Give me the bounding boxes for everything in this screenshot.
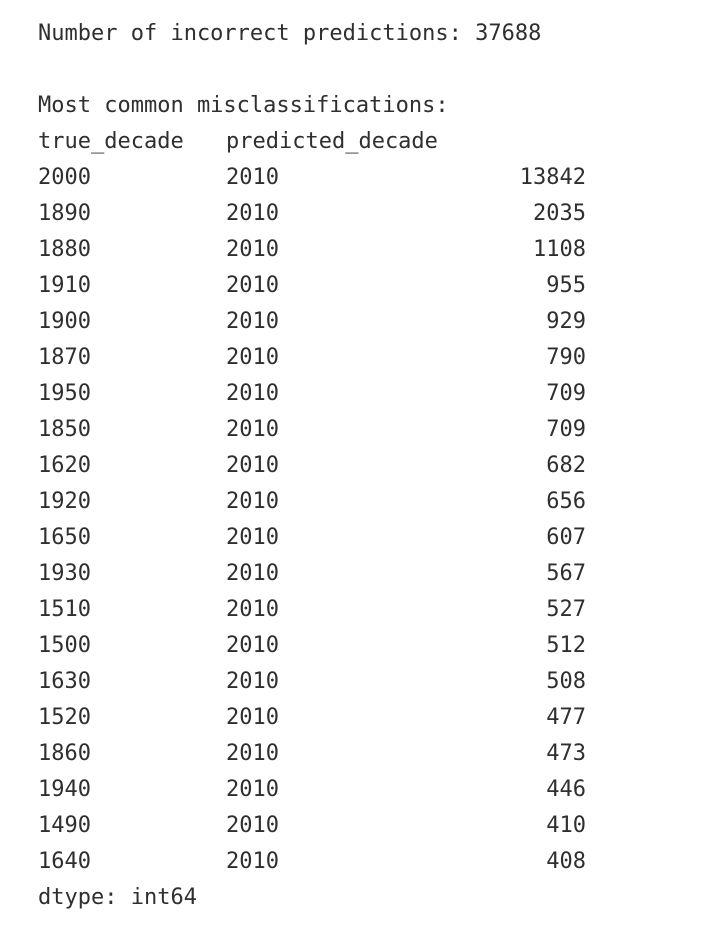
misclassification-count-cell: 508 [546,669,586,694]
predicted-decade-cell: 2010 [226,813,279,838]
misclassification-count-cell: 709 [546,417,586,442]
table-row: 1650 2010 607 [0,520,712,556]
true-decade-cell: 1920 [38,489,91,514]
true-decade-cell: 1850 [38,417,91,442]
table-row: 1620 2010 682 [0,448,712,484]
misclassification-count-cell: 656 [546,489,586,514]
predicted-decade-cell: 2010 [226,381,279,406]
misclassification-count-cell: 2035 [533,201,586,226]
misclassification-count-cell: 408 [546,849,586,874]
misclassification-count-cell: 473 [546,741,586,766]
misclassification-count-cell: 527 [546,597,586,622]
table-row: 1850 2010 709 [0,412,712,448]
true-decade-cell: 1900 [38,309,91,334]
table-row: 1520 2010 477 [0,700,712,736]
predicted-decade-cell: 2010 [226,633,279,658]
misclassification-count-cell: 929 [546,309,586,334]
predicted-decade-cell: 2010 [226,777,279,802]
predicted-decade-cell: 2010 [226,345,279,370]
predicted-decade-cell: 2010 [226,849,279,874]
true-decade-cell: 1890 [38,201,91,226]
true-decade-cell: 1880 [38,237,91,262]
predicted-decade-cell: 2010 [226,741,279,766]
misclassification-count-cell: 1108 [533,237,586,262]
true-decade-cell: 1860 [38,741,91,766]
predicted-decade-cell: 2010 [226,165,279,190]
table-row: 1640 2010 408 [0,844,712,880]
misclassification-count-cell: 512 [546,633,586,658]
misclassification-count-cell: 567 [546,561,586,586]
table-row: 1930 2010 567 [0,556,712,592]
predicted-decade-cell: 2010 [226,669,279,694]
table-row: 1870 2010 790 [0,340,712,376]
misclassification-count-cell: 446 [546,777,586,802]
predicted-decade-cell: 2010 [226,489,279,514]
true-decade-cell: 1630 [38,669,91,694]
predicted-decade-cell: 2010 [226,201,279,226]
table-row: 1860 2010 473 [0,736,712,772]
misclassification-count-cell: 682 [546,453,586,478]
true-decade-cell: 1950 [38,381,91,406]
misclassification-table: 2000 2010 13842 1890 2010 2035 1880 2010 1108 191… [0,0,712,928]
table-row: 1510 2010 527 [0,592,712,628]
misclassification-count-cell: 790 [546,345,586,370]
table-row: 1490 2010 410 [0,808,712,844]
true-decade-cell: 1620 [38,453,91,478]
predicted-decade-cell: 2010 [226,309,279,334]
misclassification-count-cell: 607 [546,525,586,550]
predicted-decade-cell: 2010 [226,525,279,550]
true-decade-cell: 1940 [38,777,91,802]
true-decade-cell: 1650 [38,525,91,550]
true-decade-cell: 1640 [38,849,91,874]
predicted-decade-cell: 2010 [226,417,279,442]
dtype-line: dtype: int64 [38,885,197,910]
misclassification-count-cell: 477 [546,705,586,730]
predicted-decade-cell: 2010 [226,705,279,730]
true-decade-cell: 2000 [38,165,91,190]
table-row: 2000 2010 13842 [0,160,712,196]
misclassification-count-cell: 955 [546,273,586,298]
true-decade-cell: 1510 [38,597,91,622]
table-row: 1500 2010 512 [0,628,712,664]
table-row: 1880 2010 1108 [0,232,712,268]
table-row: 1910 2010 955 [0,268,712,304]
true-decade-cell: 1490 [38,813,91,838]
predicted-decade-cell: 2010 [226,561,279,586]
predicted-decade-cell: 2010 [226,237,279,262]
misclassification-count-cell: 709 [546,381,586,406]
true-decade-cell: 1520 [38,705,91,730]
true-decade-cell: 1870 [38,345,91,370]
misclassification-count-cell: 13842 [519,165,586,190]
true-decade-cell: 1930 [38,561,91,586]
table-row: 1630 2010 508 [0,664,712,700]
true-decade-cell: 1500 [38,633,91,658]
table-row: 1890 2010 2035 [0,196,712,232]
misclassification-count-cell: 410 [546,813,586,838]
table-row: 1950 2010 709 [0,376,712,412]
predicted-decade-cell: 2010 [226,453,279,478]
predicted-decade-cell: 2010 [226,273,279,298]
table-row: 1900 2010 929 [0,304,712,340]
table-row: 1920 2010 656 [0,484,712,520]
predicted-decade-cell: 2010 [226,597,279,622]
table-row: 1940 2010 446 [0,772,712,808]
true-decade-cell: 1910 [38,273,91,298]
